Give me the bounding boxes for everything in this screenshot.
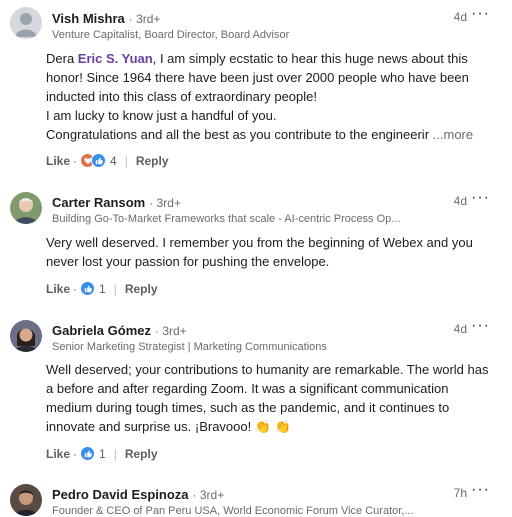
comment-text: Very well deserved. I remember you from …: [46, 235, 473, 269]
author-name[interactable]: Gabriela Gómez: [52, 323, 151, 338]
connection-degree: · 3rd+: [128, 12, 161, 26]
comment-time: 4d: [453, 10, 467, 24]
author-name[interactable]: Vish Mishra: [52, 11, 125, 26]
separator-dot: ·: [73, 153, 78, 168]
reactions[interactable]: [80, 446, 96, 461]
avatar[interactable]: [10, 484, 42, 516]
reactions[interactable]: [80, 153, 107, 168]
more-options-icon[interactable]: ···: [471, 5, 490, 23]
comment-header: Vish Mishra · 3rd+ Venture Capitalist, Bo…: [52, 5, 512, 41]
divider: |: [113, 446, 117, 461]
comment-text: Dera: [46, 51, 78, 66]
comment-header: Gabriela Gómez · 3rd+ Senior Marketing St…: [52, 317, 512, 353]
connection-degree: · 3rd+: [149, 196, 181, 210]
see-more-link[interactable]: ...more: [433, 127, 473, 142]
divider: |: [113, 281, 117, 296]
thumbs-up-reaction-icon: [91, 153, 107, 168]
comment-body: Well deserved; your contributions to hum…: [46, 360, 498, 436]
avatar[interactable]: [10, 7, 42, 39]
comment-text: Congratulations and all the best as you …: [46, 127, 430, 142]
default-avatar-icon: [10, 7, 42, 39]
like-button[interactable]: Like: [46, 282, 70, 296]
comment-time: 7h: [453, 486, 467, 500]
more-options-icon[interactable]: ···: [471, 317, 490, 335]
reply-button[interactable]: Reply: [125, 282, 158, 296]
reaction-count[interactable]: 1: [99, 282, 106, 296]
comment-header: Pedro David Espinoza · 3rd+ Founder & CEO…: [52, 481, 512, 517]
author-headline: Founder & CEO of Pan Peru USA, World Eco…: [52, 505, 414, 517]
like-button[interactable]: Like: [46, 447, 70, 461]
comment-body: Very well deserved. I remember you from …: [46, 233, 498, 271]
comment-actions: Like · 4 | Reply: [46, 153, 169, 168]
comment-actions: Like · 1 | Reply: [46, 446, 158, 461]
reaction-count[interactable]: 1: [99, 447, 106, 461]
connection-degree: · 3rd+: [192, 488, 225, 502]
author-headline: Venture Capitalist, Board Director, Boar…: [52, 29, 290, 41]
comment-time: 4d: [453, 322, 467, 336]
reply-button[interactable]: Reply: [136, 154, 169, 168]
separator-dot: ·: [73, 446, 78, 461]
comment-actions: Like · 1 | Reply: [46, 281, 158, 296]
author-headline: Building Go-To-Market Frameworks that sc…: [52, 213, 401, 225]
comment-text: Well deserved; your contributions to hum…: [46, 362, 489, 434]
reply-button[interactable]: Reply: [125, 447, 158, 461]
avatar[interactable]: [10, 192, 42, 224]
more-options-icon[interactable]: ···: [471, 189, 490, 207]
thumbs-up-reaction-icon: [80, 446, 96, 461]
comment-time: 4d: [453, 194, 467, 208]
profile-photo-icon: [10, 192, 42, 224]
mention-link[interactable]: Eric S. Yuan: [78, 51, 153, 66]
divider: |: [124, 153, 128, 168]
comment-body: Dera Eric S. Yuan, I am simply ecstatic …: [46, 49, 498, 144]
connection-degree: · 3rd+: [154, 324, 187, 338]
author-name[interactable]: Carter Ransom: [52, 195, 145, 210]
thumbs-up-reaction-icon: [80, 281, 96, 296]
more-options-icon[interactable]: ···: [471, 481, 490, 499]
reaction-count[interactable]: 4: [110, 154, 117, 168]
profile-photo-icon: [10, 484, 42, 516]
author-headline: Senior Marketing Strategist | Marketing …: [52, 341, 327, 353]
comment-header: Carter Ransom · 3rd+ Building Go-To-Marke…: [52, 189, 512, 225]
comment-text: I am lucky to know just a handful of you…: [46, 108, 277, 123]
avatar[interactable]: [10, 320, 42, 352]
reactions[interactable]: [80, 281, 96, 296]
profile-photo-icon: [10, 320, 42, 352]
author-name[interactable]: Pedro David Espinoza: [52, 487, 189, 502]
like-button[interactable]: Like: [46, 154, 70, 168]
separator-dot: ·: [73, 281, 78, 296]
